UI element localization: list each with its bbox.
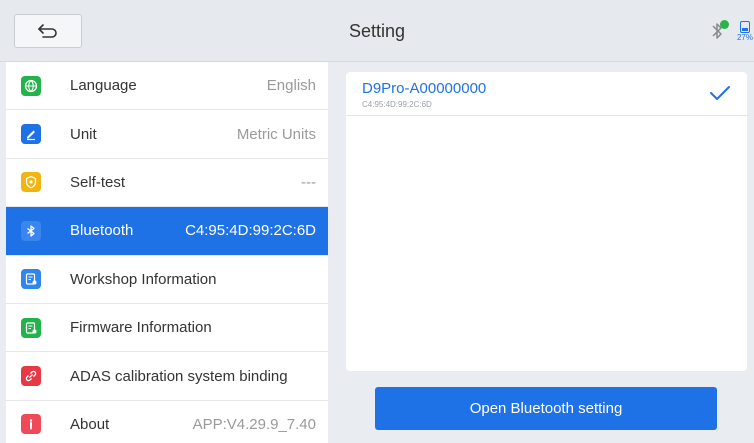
info-icon	[21, 414, 41, 435]
menu-item-label: Unit	[70, 125, 97, 143]
battery-percentage: 27%	[736, 32, 753, 42]
menu-item-value: APP:V4.29.9_7.40	[192, 415, 316, 433]
bluetooth-device-list: D9Pro-A00000000 C4:95:4D:99:2C:6D	[346, 72, 747, 371]
link-icon	[21, 366, 41, 387]
check-icon	[710, 86, 730, 100]
bluetooth-icon	[21, 220, 41, 241]
menu-item-adas-binding[interactable]: ADAS calibration system binding	[6, 352, 328, 401]
menu-item-value: C4:95:4D:99:2C:6D	[185, 222, 316, 240]
pencil-icon	[21, 124, 41, 145]
shield-icon	[21, 172, 41, 193]
menu-item-value: ---	[301, 173, 316, 191]
workshop-info-icon	[21, 269, 41, 290]
firmware-info-icon	[21, 317, 41, 338]
device-name: D9Pro-A00000000	[362, 80, 487, 97]
device-mac-address: C4:95:4D:99:2C:6D	[362, 100, 432, 109]
device-list-item[interactable]: D9Pro-A00000000 C4:95:4D:99:2C:6D	[346, 72, 747, 116]
menu-item-self-test[interactable]: Self-test ---	[6, 159, 328, 208]
open-bluetooth-setting-button[interactable]: Open Bluetooth setting	[375, 387, 717, 430]
status-area: 27%	[708, 18, 754, 44]
settings-menu: Language English Unit Metric Units Self-…	[6, 62, 328, 443]
menu-item-label: Bluetooth	[70, 222, 134, 240]
menu-item-label: Firmware Information	[70, 319, 212, 337]
battery-indicator: 27%	[736, 20, 754, 42]
bluetooth-connected-icon	[708, 19, 730, 43]
menu-item-value: Metric Units	[236, 125, 316, 143]
menu-item-label: Language	[70, 77, 137, 95]
menu-item-value: English	[266, 77, 316, 95]
connected-dot	[720, 20, 729, 29]
menu-item-bluetooth[interactable]: Bluetooth C4:95:4D:99:2C:6D	[6, 207, 328, 256]
menu-item-label: Self-test	[70, 173, 126, 191]
menu-item-label: ADAS calibration system binding	[70, 367, 288, 385]
menu-item-label: Workshop Information	[70, 270, 217, 288]
menu-item-unit[interactable]: Unit Metric Units	[6, 110, 328, 159]
title-bar: Setting 27%	[0, 0, 754, 62]
page-title: Setting	[348, 21, 406, 41]
menu-item-language[interactable]: Language English	[6, 62, 328, 111]
menu-item-workshop-information[interactable]: Workshop Information	[6, 256, 328, 304]
menu-item-firmware-information[interactable]: Firmware Information	[6, 304, 328, 353]
menu-item-about[interactable]: About APP:V4.29.9_7.40	[6, 401, 328, 443]
battery-icon	[740, 20, 750, 33]
menu-item-label: About	[70, 415, 110, 433]
globe-icon	[21, 75, 41, 96]
